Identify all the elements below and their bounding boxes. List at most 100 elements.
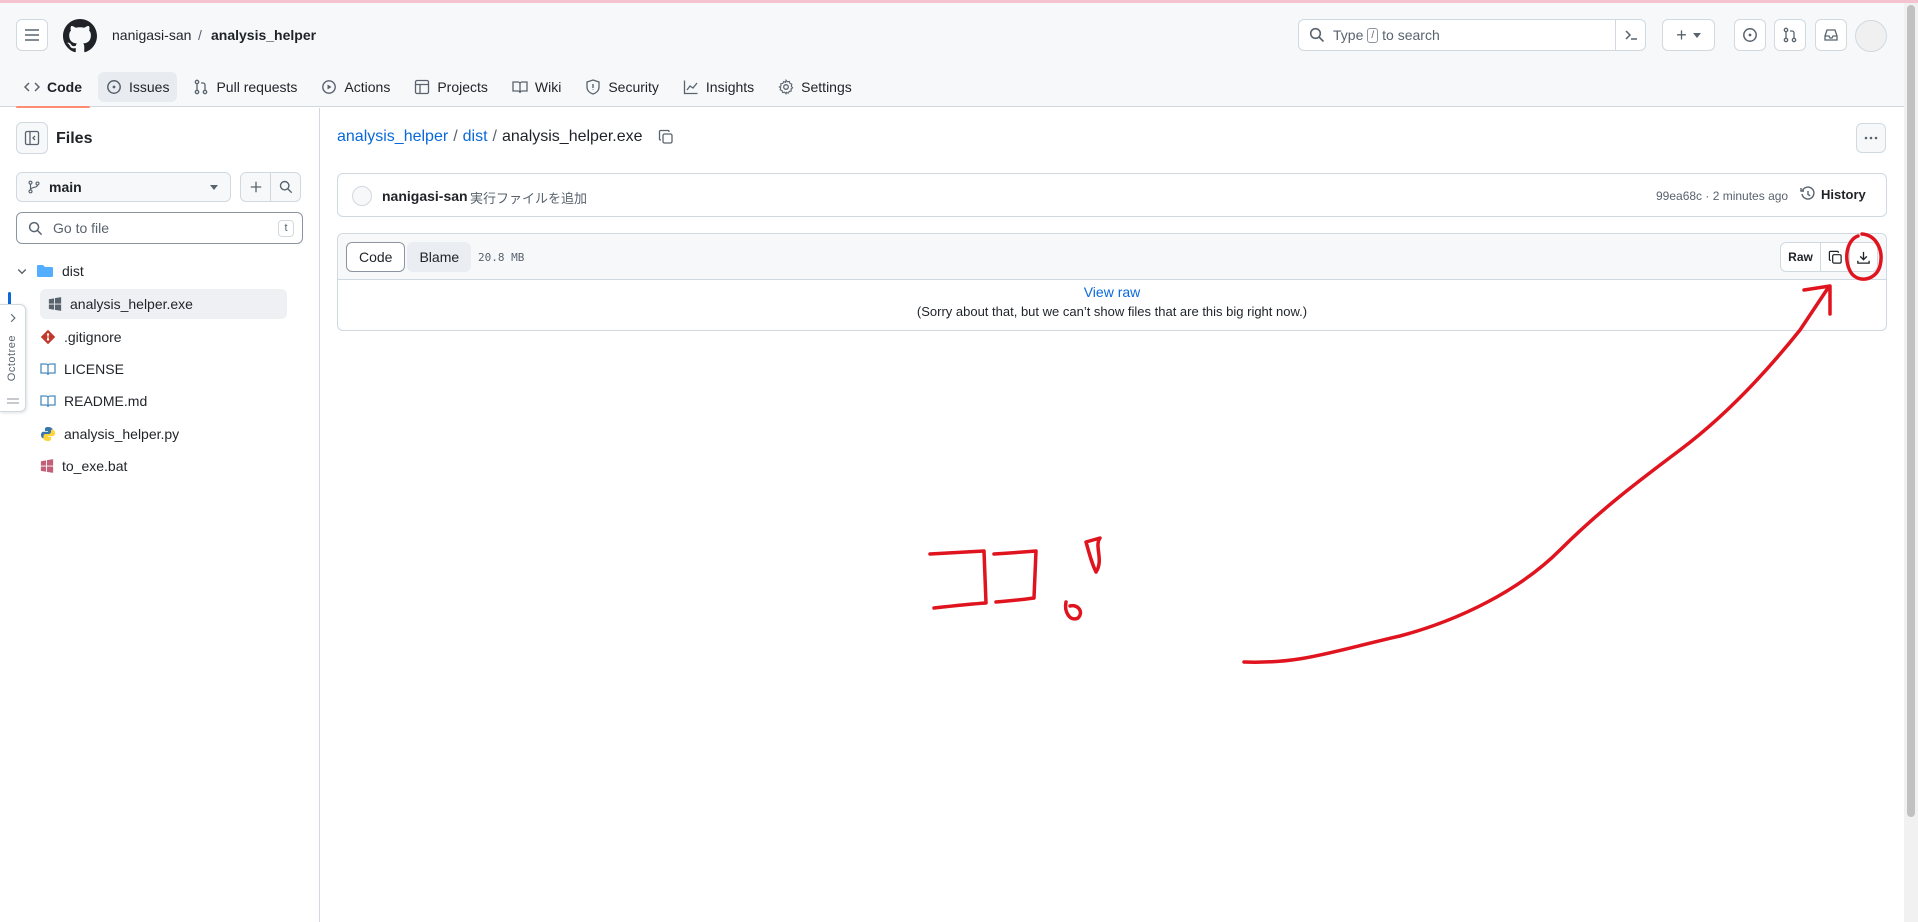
tree-item-to-exe-bat[interactable]: to_exe.bat	[40, 451, 127, 481]
folder-icon	[37, 265, 53, 277]
issue-icon	[1743, 28, 1757, 42]
tab-security-label: Security	[608, 79, 659, 95]
tab-issues[interactable]: Issues	[98, 72, 178, 102]
windows-icon	[48, 297, 62, 311]
view-raw-link[interactable]: View raw	[338, 284, 1886, 300]
python-icon	[41, 427, 55, 441]
octotree-toggle[interactable]: Octotree	[0, 304, 26, 412]
search-input[interactable]: Type / to search	[1298, 19, 1646, 51]
history-button[interactable]: History	[1800, 186, 1866, 202]
branch-selector[interactable]: main	[16, 172, 231, 202]
path-root-link[interactable]: analysis_helper	[337, 128, 448, 146]
windows-icon	[40, 459, 54, 473]
search-icon	[28, 221, 43, 236]
path-separator: /	[453, 128, 458, 145]
book-icon	[512, 81, 528, 94]
tab-code-label: Code	[47, 79, 82, 95]
page-scrollbar[interactable]	[1904, 3, 1918, 922]
tab-actions[interactable]: Actions	[313, 72, 398, 102]
pull-requests-button[interactable]	[1774, 19, 1806, 51]
search-hotkey: /	[1367, 27, 1379, 43]
copy-raw-button[interactable]	[1821, 243, 1849, 271]
code-view-button[interactable]: Code	[346, 242, 406, 272]
drag-handle-icon	[7, 398, 19, 404]
tab-wiki[interactable]: Wiki	[504, 72, 569, 102]
search-placeholder-after: to search	[1382, 27, 1440, 43]
tab-settings-label: Settings	[801, 79, 852, 95]
chevron-right-icon	[10, 313, 16, 323]
go-to-file-hotkey: t	[278, 220, 294, 237]
tree-item-gitignore[interactable]: .gitignore	[40, 322, 122, 352]
repo-nav: Code Issues Pull requests Actions Projec…	[16, 67, 868, 108]
sidebar-title: Files	[56, 130, 93, 147]
chevron-down-icon	[17, 269, 27, 275]
tab-projects[interactable]: Projects	[406, 72, 496, 102]
copy-path-icon[interactable]	[658, 129, 674, 145]
more-options-button[interactable]	[1856, 123, 1886, 153]
code-icon	[24, 82, 40, 92]
tree-item-license[interactable]: LICENSE	[40, 354, 124, 384]
book-icon	[40, 395, 56, 408]
tab-pull-requests-label: Pull requests	[216, 79, 298, 95]
commit-sha-time[interactable]: 99ea68c · 2 minutes ago	[1656, 189, 1788, 203]
user-avatar[interactable]	[1855, 20, 1887, 52]
tab-issues-label: Issues	[129, 79, 170, 95]
command-palette-button[interactable]	[1615, 20, 1645, 50]
download-icon	[1857, 251, 1870, 264]
file-size: 20.8 MB	[478, 251, 525, 264]
inbox-button[interactable]	[1815, 19, 1847, 51]
branch-name: main	[49, 179, 82, 195]
tree-item-label: analysis_helper.exe	[70, 296, 193, 312]
path-separator: /	[492, 128, 497, 145]
tab-security[interactable]: Security	[577, 72, 667, 102]
add-file-button[interactable]	[240, 172, 271, 202]
tree-item-analysis-helper-py[interactable]: analysis_helper.py	[40, 419, 179, 449]
blame-view-button[interactable]: Blame	[407, 242, 472, 272]
path-dir-link[interactable]: dist	[463, 128, 488, 146]
annotation-exclamation	[1084, 536, 1102, 574]
tab-insights[interactable]: Insights	[675, 72, 762, 102]
file-viewer-header: Code Blame 20.8 MB Raw	[338, 234, 1886, 280]
tab-code[interactable]: Code	[16, 72, 90, 108]
commit-author-avatar[interactable]	[352, 186, 372, 206]
annotation-char-ko-2	[992, 549, 1038, 604]
scrollbar-thumb[interactable]	[1907, 5, 1915, 817]
github-logo-icon[interactable]	[63, 19, 97, 53]
raw-button[interactable]: Raw	[1781, 243, 1821, 271]
collapse-sidebar-button[interactable]	[16, 122, 48, 154]
create-new-button[interactable]: +	[1662, 19, 1715, 51]
path-current-file: analysis_helper.exe	[502, 128, 643, 145]
file-path-breadcrumb: analysis_helper / dist / analysis_helper…	[337, 128, 674, 146]
file-viewer: Code Blame 20.8 MB Raw View raw (Sorry a…	[337, 233, 1887, 331]
search-files-button[interactable]	[270, 172, 301, 202]
pull-request-icon	[1783, 27, 1797, 43]
tab-wiki-label: Wiki	[534, 79, 562, 95]
annotation-char-ko-1	[928, 549, 988, 610]
breadcrumb-separator: /	[198, 27, 202, 43]
tree-item-analysis-helper-exe[interactable]: analysis_helper.exe	[40, 289, 287, 319]
tree-item-readme[interactable]: README.md	[40, 386, 147, 416]
hamburger-icon	[25, 29, 39, 41]
annotation-arrow-line	[1242, 286, 1830, 664]
tab-pull-requests[interactable]: Pull requests	[185, 72, 305, 102]
inbox-icon	[1824, 29, 1838, 41]
commit-author-link[interactable]: nanigasi-san	[382, 188, 468, 204]
search-placeholder-before: Type	[1333, 27, 1364, 43]
chevron-down-icon	[210, 185, 218, 190]
terminal-icon	[1624, 30, 1637, 40]
search-icon	[279, 180, 292, 194]
sidebar-collapse-icon	[24, 130, 40, 146]
tree-item-dist[interactable]: dist	[16, 256, 84, 286]
download-raw-button[interactable]	[1849, 243, 1877, 271]
latest-commit-box: nanigasi-san 実行ファイルを追加 99ea68c · 2 minut…	[337, 173, 1887, 217]
tab-settings[interactable]: Settings	[770, 72, 860, 102]
go-to-file-input[interactable]: Go to file t	[16, 212, 303, 244]
issues-button[interactable]	[1734, 19, 1766, 51]
menu-button[interactable]	[16, 19, 48, 51]
breadcrumb-owner-link[interactable]: nanigasi-san	[112, 27, 191, 43]
breadcrumb-repo-link[interactable]: analysis_helper	[211, 27, 316, 43]
tree-item-label: LICENSE	[64, 361, 124, 377]
commit-message-link[interactable]: 実行ファイルを追加	[470, 188, 587, 207]
file-tree-sidebar: Files main Go to file t dist analysis_he…	[0, 108, 320, 922]
annotation-exclamation-dot	[1063, 600, 1083, 621]
